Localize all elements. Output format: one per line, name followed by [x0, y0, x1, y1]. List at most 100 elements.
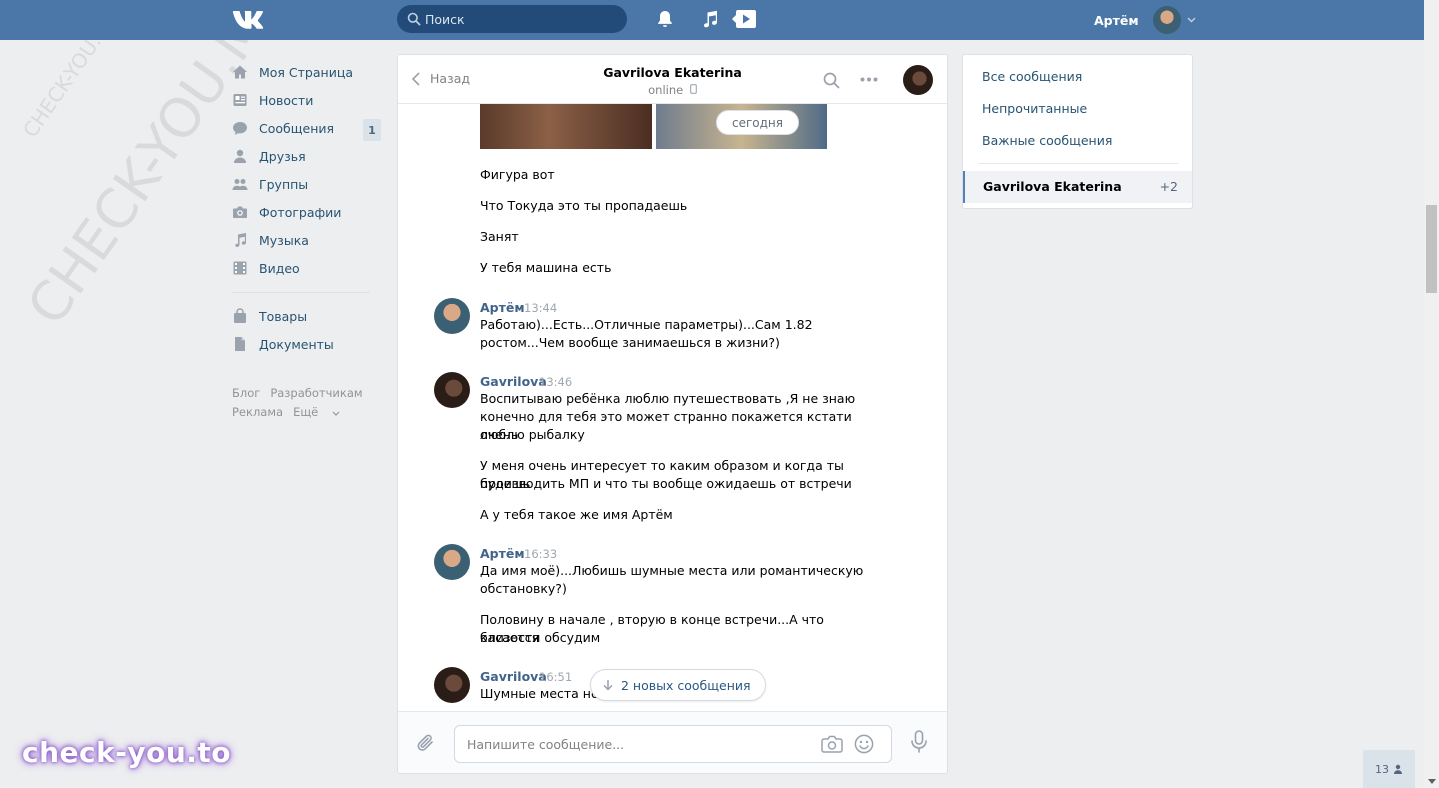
message-input[interactable] — [467, 726, 807, 762]
person-icon — [1394, 764, 1402, 774]
document-icon — [232, 336, 248, 352]
nav-item-label: Новости — [259, 92, 314, 108]
video-play-icon[interactable] — [731, 9, 757, 29]
vk-logo-icon[interactable] — [232, 8, 266, 30]
author-avatar[interactable] — [434, 372, 470, 408]
footer-link-developers[interactable]: Разработчикам — [270, 386, 362, 400]
message-text: производить МП и что ты вообще ожидаешь … — [480, 476, 852, 491]
message-text: Работаю)...Есть...Отличные параметры)...… — [480, 317, 813, 332]
nav-item-label: Музыка — [259, 232, 309, 248]
search-box[interactable] — [397, 5, 627, 33]
more-dots-icon[interactable] — [860, 77, 878, 82]
smile-icon[interactable] — [854, 734, 874, 754]
arrow-down-icon — [603, 680, 613, 691]
nav-item-groups[interactable]: Группы — [232, 170, 382, 198]
nav-item-label: Друзья — [259, 148, 306, 164]
nav-item-label: Группы — [259, 176, 309, 192]
new-messages-button[interactable]: 2 новых сообщения — [590, 669, 766, 701]
author-avatar[interactable] — [434, 667, 470, 703]
active-conversation-name: Gavrilova Ekaterina — [983, 179, 1122, 194]
chevron-down-icon — [332, 411, 340, 416]
mobile-phone-icon — [690, 84, 697, 94]
message-text: Да имя моё)...Любишь шумные места или ро… — [480, 563, 864, 578]
message-author[interactable]: Gavrilova — [480, 374, 547, 389]
top-bar: Артём — [0, 0, 1424, 40]
message-history[interactable]: сегодня Фигура вот Что Токуда это ты про… — [398, 104, 947, 711]
nav-item-video[interactable]: Видео — [232, 254, 382, 282]
chat-panel: Назад Gavrilova Ekaterina online сегодня… — [397, 54, 948, 774]
nav-item-photos[interactable]: Фотографии — [232, 198, 382, 226]
photo-attachment[interactable] — [480, 104, 652, 149]
active-conversation-count: +2 — [1159, 179, 1178, 194]
chevron-down-icon — [1187, 17, 1196, 23]
search-icon — [407, 12, 421, 26]
messages-count-badge: 1 — [363, 119, 381, 141]
nav-divider — [232, 292, 370, 293]
top-user-avatar — [1152, 6, 1181, 34]
message-author[interactable]: Артём — [480, 546, 525, 561]
bag-icon — [232, 308, 248, 324]
nav-item-music[interactable]: Музыка — [232, 226, 382, 254]
author-avatar[interactable] — [434, 544, 470, 580]
message-author[interactable]: Артём — [480, 300, 525, 315]
footer-link-blog[interactable]: Блог — [232, 386, 260, 400]
filter-all-messages[interactable]: Все сообщения — [982, 69, 1082, 84]
top-user-name: Артём — [1094, 12, 1139, 28]
nav-item-goods[interactable]: Товары — [232, 302, 382, 330]
friends-icon — [232, 148, 248, 164]
message-time: 13:44 — [524, 301, 558, 315]
footer-link-ads[interactable]: Реклама — [232, 405, 283, 419]
message-text: А у тебя такое же имя Артём — [480, 507, 673, 522]
author-avatar[interactable] — [434, 298, 470, 334]
nav-item-label: Моя Страница — [259, 64, 353, 80]
date-divider: сегодня — [716, 110, 799, 135]
message-author[interactable]: Gavrilova — [480, 669, 547, 684]
nav-item-my-page[interactable]: Моя Страница — [232, 58, 382, 86]
top-user-menu[interactable]: Артём — [1094, 0, 1196, 40]
nav-item-label: Фотографии — [259, 204, 342, 220]
online-friends-button[interactable]: 13 — [1363, 750, 1415, 788]
footer-link-more[interactable]: Ещё — [293, 405, 340, 419]
nav-item-documents[interactable]: Документы — [232, 330, 382, 358]
nav-item-messages[interactable]: Сообщения 1 — [232, 114, 382, 142]
peer-avatar[interactable] — [903, 65, 933, 95]
peer-status: online — [398, 83, 947, 97]
new-messages-label: 2 новых сообщения — [621, 677, 751, 693]
footer-more-label: Ещё — [293, 405, 319, 419]
news-icon — [232, 92, 248, 108]
nav-item-label: Товары — [259, 308, 308, 324]
paperclip-icon[interactable] — [416, 732, 436, 754]
nav-item-label: Документы — [259, 336, 334, 352]
message-time: 16:51 — [539, 670, 573, 684]
message-text: Занят — [480, 229, 519, 244]
search-icon[interactable] — [823, 72, 840, 89]
chat-header: Назад Gavrilova Ekaterina online — [398, 55, 947, 104]
message-text: близости обсудим — [480, 630, 601, 645]
filter-important[interactable]: Важные сообщения — [982, 133, 1112, 148]
message-text: люблю рыбалку — [480, 427, 585, 442]
scrollbar-thumb[interactable] — [1426, 205, 1437, 293]
photo-attachments[interactable]: сегодня — [480, 104, 827, 149]
messages-icon — [232, 120, 248, 136]
nav-item-friends[interactable]: Друзья — [232, 142, 382, 170]
camera-icon[interactable] — [821, 735, 843, 753]
message-text: ростом...Чем вообще занимаешься в жизни?… — [480, 335, 780, 350]
brand-watermark: check-you.to — [22, 736, 232, 769]
message-input-box[interactable] — [454, 725, 892, 763]
nav-item-news[interactable]: Новости — [232, 86, 382, 114]
filter-unread[interactable]: Непрочитанные — [982, 101, 1087, 116]
groups-icon — [232, 176, 248, 192]
message-text: Воспитываю ребёнка люблю путешествовать … — [480, 391, 856, 406]
message-text: Что Токуда это ты пропадаешь — [480, 198, 688, 213]
page-scrollbar[interactable] — [1424, 0, 1439, 788]
search-input[interactable] — [425, 5, 615, 33]
nav-item-label: Сообщения — [259, 120, 335, 136]
music-icon[interactable] — [702, 10, 718, 28]
bell-icon[interactable] — [657, 10, 673, 28]
microphone-icon[interactable] — [910, 730, 928, 754]
filter-divider — [978, 163, 1178, 164]
active-conversation-item[interactable]: Gavrilova Ekaterina +2 — [963, 171, 1192, 203]
scroll-down-arrow-icon[interactable] — [1428, 779, 1436, 784]
nav-footer: Блог Разработчикам Реклама Ещё — [232, 384, 382, 422]
camera-icon — [232, 204, 248, 220]
